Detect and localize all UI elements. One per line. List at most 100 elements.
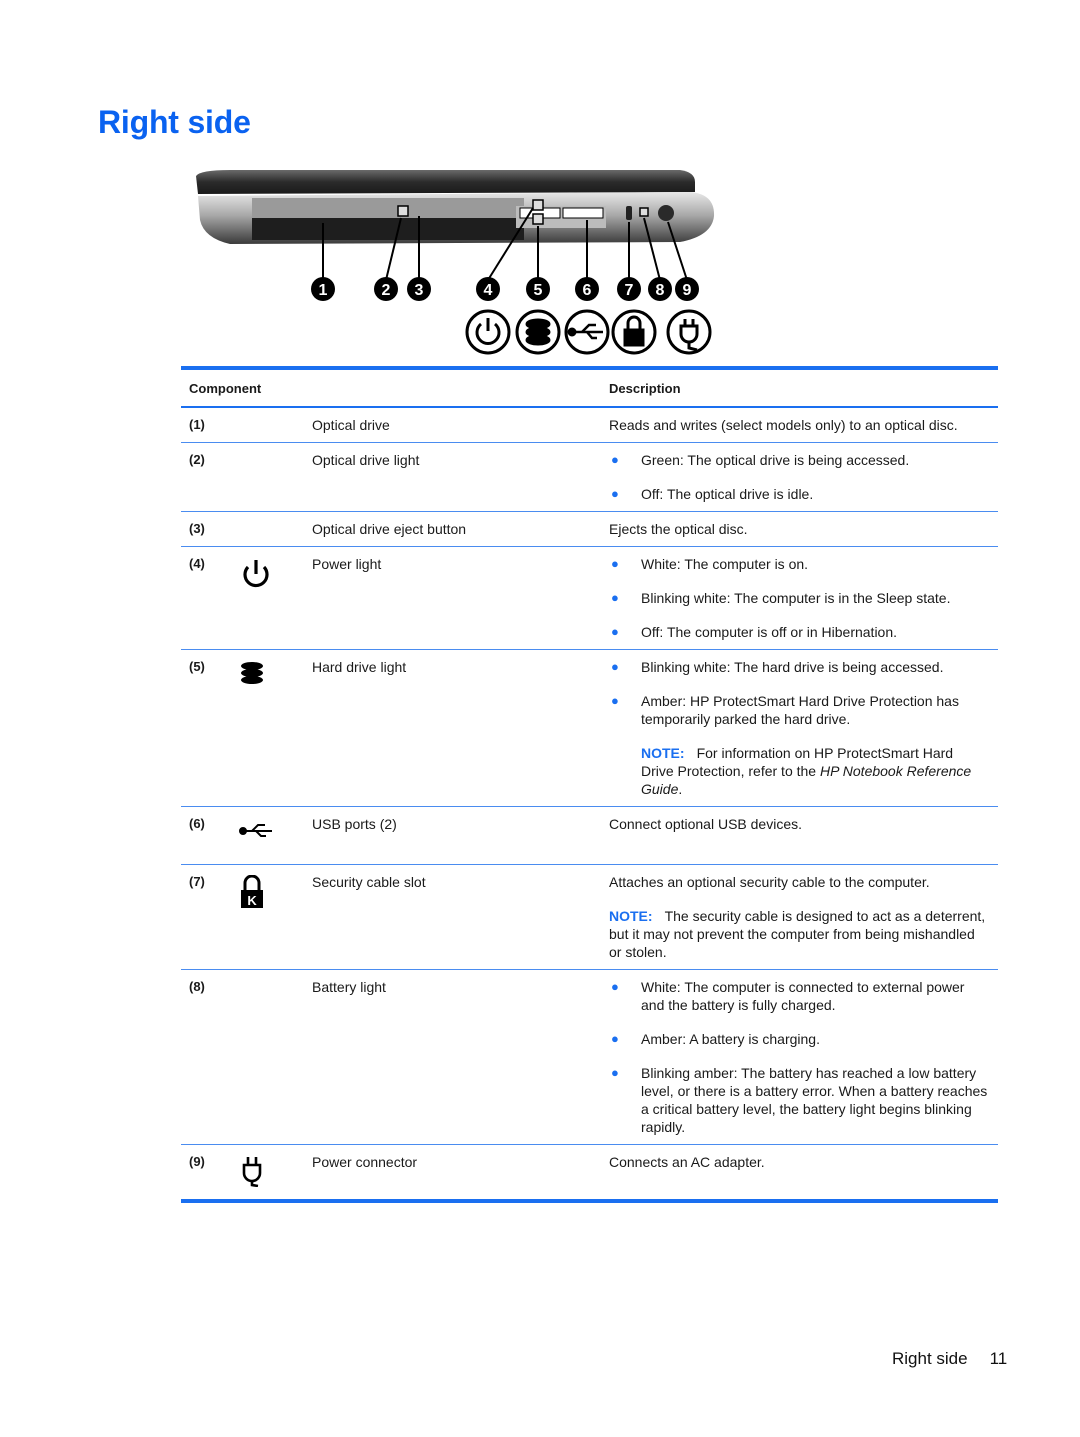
footer-section: Right side <box>892 1349 968 1368</box>
bullet-text: Amber: A battery is charging. <box>641 1031 820 1047</box>
icon-cell-empty <box>239 451 312 503</box>
hard-drive-icon <box>239 658 312 798</box>
callout-1-label: 1 <box>319 282 328 299</box>
row-number: (6) <box>189 816 205 831</box>
table-row: (3) Optical drive eject button Ejects the … <box>181 512 998 547</box>
callout-6-label: 6 <box>583 282 592 299</box>
note: NOTE: The security cable is designed to a… <box>609 907 988 961</box>
callout-3-label: 3 <box>415 282 424 299</box>
note-text-end: . <box>678 781 683 797</box>
component-description: Reads and writes (select models only) to… <box>609 416 998 434</box>
bullet-item: ● Blinking white: The computer is in the … <box>609 589 988 607</box>
note-label: NOTE: <box>609 908 653 924</box>
table-body: (1) Optical drive Reads and writes (select… <box>181 408 998 1203</box>
component-description: ● Blinking white: The hard drive is being… <box>609 658 998 798</box>
callout-4-label: 4 <box>484 282 493 299</box>
svg-text:K: K <box>247 893 257 908</box>
description-text: Reads and writes (select models only) to… <box>609 417 958 433</box>
power-plug-icon <box>666 309 712 355</box>
icon-cell-empty <box>239 416 312 434</box>
bullet-dot-icon: ● <box>611 693 619 708</box>
table-row: (4) Power light ● White: The computer is on… <box>181 547 998 650</box>
row-number: (1) <box>189 417 205 432</box>
callout-2-label: 2 <box>382 282 391 299</box>
component-table: Component Description (1) Optical drive Re… <box>181 366 998 1203</box>
legend-icons <box>465 309 712 355</box>
component-name: Hard drive light <box>312 659 407 675</box>
note: NOTE: For information on HP ProtectSmart … <box>609 744 988 798</box>
row-number: (9) <box>189 1154 205 1169</box>
bullet-text: Blinking white: The computer is in the S… <box>641 590 951 606</box>
component-description: ● Green: The optical drive is being acces… <box>609 451 998 503</box>
bullet-text: Blinking white: The hard drive is being … <box>641 659 944 675</box>
security-lock-icon: K <box>241 875 263 908</box>
callout-8-label: 8 <box>656 282 665 299</box>
component-name: Power light <box>312 556 382 572</box>
table-row: (2) Optical drive light ● Green: The optica… <box>181 443 998 512</box>
bullet-text: White: The computer is on. <box>641 556 809 572</box>
security-lock-icon <box>611 309 657 355</box>
header-component: Component <box>189 380 262 396</box>
usb-icon <box>239 824 272 837</box>
row-number: (4) <box>189 556 205 571</box>
header-description: Description <box>609 380 681 396</box>
page-footer: Right side 11 <box>892 1349 1007 1369</box>
laptop-right-side-illustration: 1 2 3 4 5 6 7 8 9 <box>190 168 720 360</box>
component-description: Connect optional USB devices. <box>609 815 998 856</box>
power-plug-icon <box>239 1153 312 1191</box>
note-label: NOTE: <box>641 745 685 761</box>
bullet-text: Off: The optical drive is idle. <box>641 486 814 502</box>
bullet-text: Off: The computer is off or in Hibernati… <box>641 624 898 640</box>
bullet-dot-icon: ● <box>611 659 619 674</box>
bullet-dot-icon: ● <box>611 486 619 501</box>
component-description: Connects an AC adapter. <box>609 1153 998 1191</box>
component-description: Ejects the optical disc. <box>609 520 998 538</box>
bullet-item: ● Green: The optical drive is being acces… <box>609 451 988 469</box>
hard-drive-icon <box>515 309 561 355</box>
description-text: Connect optional USB devices. <box>609 816 802 832</box>
bullet-item: ● Amber: HP ProtectSmart Hard Drive Prote… <box>609 692 988 728</box>
component-name: Battery light <box>312 979 386 995</box>
bullet-dot-icon: ● <box>611 979 619 994</box>
bullet-text: White: The computer is connected to exte… <box>641 979 965 1013</box>
icon-cell-empty <box>239 520 312 538</box>
bullet-item: ● Amber: A battery is charging. <box>609 1030 988 1048</box>
table-header: Component Description <box>181 370 998 408</box>
page-number: 11 <box>989 1349 1008 1368</box>
row-number: (5) <box>189 659 205 674</box>
bullet-dot-icon: ● <box>611 1065 619 1080</box>
row-number: (2) <box>189 452 205 467</box>
component-name: Optical drive light <box>312 452 420 468</box>
bullet-dot-icon: ● <box>611 1031 619 1046</box>
description-text: Attaches an optional security cable to t… <box>609 874 930 890</box>
laptop-body <box>196 170 715 244</box>
bullet-item: ● Off: The optical drive is idle. <box>609 485 988 503</box>
row-number: (3) <box>189 521 205 536</box>
component-description: Attaches an optional security cable to t… <box>609 873 998 961</box>
component-name: USB ports (2) <box>312 816 397 832</box>
icon-cell-empty <box>239 978 312 1136</box>
security-lock-icon: K <box>239 873 312 961</box>
bullet-dot-icon: ● <box>611 590 619 605</box>
bullet-item: ● White: The computer is connected to ext… <box>609 978 988 1014</box>
component-description: ● White: The computer is connected to ext… <box>609 978 998 1136</box>
component-description: ● White: The computer is on. ● Blinking whi… <box>609 555 998 641</box>
component-name: Optical drive eject button <box>312 521 467 537</box>
usb-icon <box>239 815 312 856</box>
note-text: The security cable is designed to act as… <box>609 908 986 960</box>
bullet-item: ● White: The computer is on. <box>609 555 988 573</box>
bullet-dot-icon: ● <box>611 624 619 639</box>
component-name: Optical drive <box>312 417 390 433</box>
power-icon <box>243 560 269 588</box>
table-row: (5) Hard drive light ● Blinking white: The … <box>181 650 998 807</box>
callout-numbers: 1 2 3 4 5 6 7 8 9 <box>311 277 699 301</box>
power-icon <box>239 555 312 641</box>
callout-9-label: 9 <box>683 282 692 299</box>
bullet-dot-icon: ● <box>611 452 619 467</box>
callout-7-label: 7 <box>625 282 634 299</box>
hard-drive-icon <box>241 662 263 684</box>
table-row: (6) USB ports (2) Connect optional USB dev… <box>181 807 998 865</box>
power-plug-icon <box>242 1157 262 1187</box>
table-row: (7) K Security cable slot Attaches an optio… <box>181 865 998 970</box>
bullet-item: ● Blinking white: The hard drive is being… <box>609 658 988 676</box>
